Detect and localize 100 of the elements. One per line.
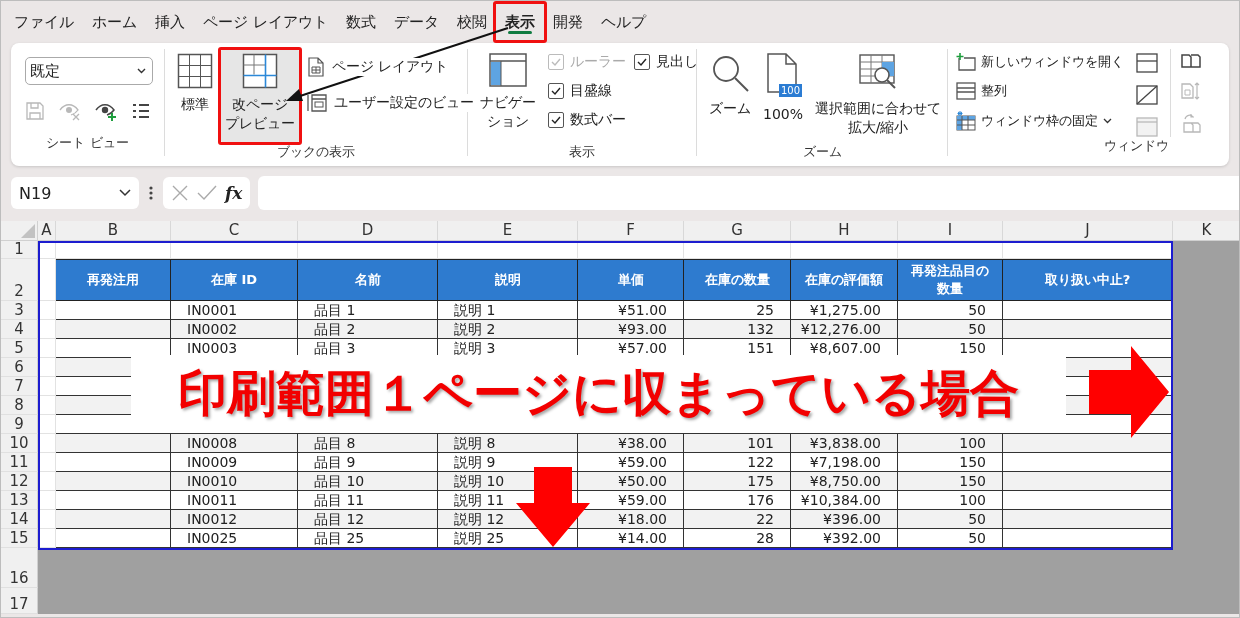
row-header[interactable]: 1: [1, 241, 38, 259]
row-header[interactable]: 10: [1, 434, 38, 453]
column-header[interactable]: A: [38, 221, 56, 240]
table-cell: 品目 12: [298, 510, 438, 529]
split-window-icon[interactable]: [1136, 53, 1158, 73]
row-header[interactable]: 7: [1, 377, 38, 396]
freeze-panes-icon: [956, 111, 976, 131]
table-cell: 50: [898, 510, 1003, 529]
ribbon-tab[interactable]: データ: [384, 1, 448, 43]
table-cell: ¥396.00: [791, 510, 898, 529]
column-heading: 説明: [438, 259, 578, 301]
row-header[interactable]: 9: [1, 415, 38, 434]
row-header[interactable]: 15: [1, 529, 38, 548]
row-header[interactable]: 16: [1, 548, 38, 588]
side-by-side-icon[interactable]: [1181, 53, 1201, 69]
enter-icon[interactable]: [197, 185, 217, 201]
table-cell: ¥3,838.00: [791, 434, 898, 453]
table-cell: 28: [684, 529, 791, 548]
row-header[interactable]: 5: [1, 339, 38, 358]
table-cell: 品目 8: [298, 434, 438, 453]
ribbon-tab[interactable]: ページ レイアウト: [194, 1, 337, 43]
column-heading: 再発注品目の 数量: [898, 259, 1003, 301]
column-header[interactable]: F: [578, 221, 684, 240]
ribbon-tab[interactable]: 数式: [336, 1, 385, 43]
table-cell: 100: [898, 434, 1003, 453]
row-header[interactable]: 2: [1, 259, 38, 301]
crossed-box-icon[interactable]: [1136, 85, 1158, 105]
column-header[interactable]: K: [1173, 221, 1239, 240]
column-header[interactable]: D: [298, 221, 438, 240]
ribbon-tab[interactable]: 表示: [495, 1, 544, 43]
column-header[interactable]: H: [791, 221, 898, 240]
ribbon-tab[interactable]: ヘルプ: [591, 1, 655, 43]
row-header[interactable]: 3: [1, 301, 38, 320]
grid-cell: [38, 377, 56, 396]
table-cell: 品目 10: [298, 472, 438, 491]
checkbox[interactable]: [634, 54, 650, 70]
column-header[interactable]: E: [438, 221, 578, 240]
formula-input[interactable]: [258, 176, 1239, 210]
ribbon-tab[interactable]: 挿入: [146, 1, 194, 43]
row-header[interactable]: 13: [1, 491, 38, 510]
row-header[interactable]: 17: [1, 588, 38, 614]
window-command[interactable]: 新しいウィンドウを開く: [956, 53, 1124, 71]
navigation-button[interactable]: ナビゲー ション: [476, 49, 540, 143]
document-icon: [766, 53, 800, 93]
row-header[interactable]: 8: [1, 396, 38, 415]
column-header[interactable]: G: [684, 221, 791, 240]
ribbon-tab[interactable]: ホーム: [83, 1, 146, 43]
view-button[interactable]: 改ページ プレビュー: [221, 49, 299, 143]
table-cell: ¥18.00: [578, 510, 684, 529]
zoom-button[interactable]: ズーム: [705, 49, 755, 143]
window-command[interactable]: ウィンドウ枠の固定: [956, 111, 1124, 131]
table-cell: ¥38.00: [578, 434, 684, 453]
ribbon-tab[interactable]: 校閲: [447, 1, 496, 43]
zoom-level-badge: 100: [778, 84, 802, 97]
row-header[interactable]: 12: [1, 472, 38, 491]
table-cell: ¥8,750.00: [791, 472, 898, 491]
column-header[interactable]: I: [898, 221, 1003, 240]
grid-cell: [38, 339, 56, 358]
new-window-icon: [956, 53, 976, 71]
group-label: ウィンドウ: [1104, 137, 1169, 155]
row-header[interactable]: 11: [1, 453, 38, 472]
checkbox-label: 数式バー: [570, 111, 626, 129]
ribbon-tab[interactable]: ファイル: [5, 1, 83, 43]
column-header[interactable]: J: [1003, 221, 1173, 240]
cancel-icon[interactable]: [171, 184, 189, 202]
list-icon[interactable]: [131, 101, 151, 121]
table-cell: ¥93.00: [578, 320, 684, 339]
grid-cell: [38, 529, 56, 548]
select-all-icon[interactable]: [21, 224, 35, 238]
name-box[interactable]: N19: [11, 177, 139, 209]
column-header[interactable]: B: [56, 221, 171, 240]
more-icon[interactable]: [149, 186, 153, 200]
row-header[interactable]: 14: [1, 510, 38, 529]
row-header[interactable]: 4: [1, 320, 38, 339]
grid-cell: [38, 453, 56, 472]
eye-plus-icon[interactable]: [95, 101, 117, 121]
column-heading: 名前: [298, 259, 438, 301]
row-header[interactable]: 6: [1, 358, 38, 377]
checkbox[interactable]: [548, 83, 564, 99]
column-heading: 単価: [578, 259, 684, 301]
zoom-button[interactable]: 選択範囲に合わせて 拡大/縮小: [811, 49, 946, 143]
column-heading: 在庫の評価額: [791, 259, 898, 301]
view-select[interactable]: 既定: [25, 57, 153, 85]
table-cell: 150: [898, 472, 1003, 491]
table-cell: 説明 8: [438, 434, 578, 453]
grid-cell: [38, 241, 56, 259]
view-button[interactable]: 標準: [173, 49, 217, 143]
table-cell: 22: [684, 510, 791, 529]
insert-function-button[interactable]: fx: [225, 183, 243, 203]
column-header[interactable]: C: [171, 221, 298, 240]
grid-cell: [38, 491, 56, 510]
zoom-button[interactable]: 100 100%: [759, 49, 808, 143]
checkmark-icon: [550, 85, 562, 97]
table-cell: ¥50.00: [578, 472, 684, 491]
checkbox[interactable]: [548, 112, 564, 128]
ribbon-tab[interactable]: 開発: [543, 1, 592, 43]
checkbox-label: 見出し: [656, 53, 698, 71]
arrange-icon: [956, 82, 976, 100]
window-command[interactable]: 整列: [956, 82, 1124, 100]
group-label: ズーム: [802, 143, 842, 161]
